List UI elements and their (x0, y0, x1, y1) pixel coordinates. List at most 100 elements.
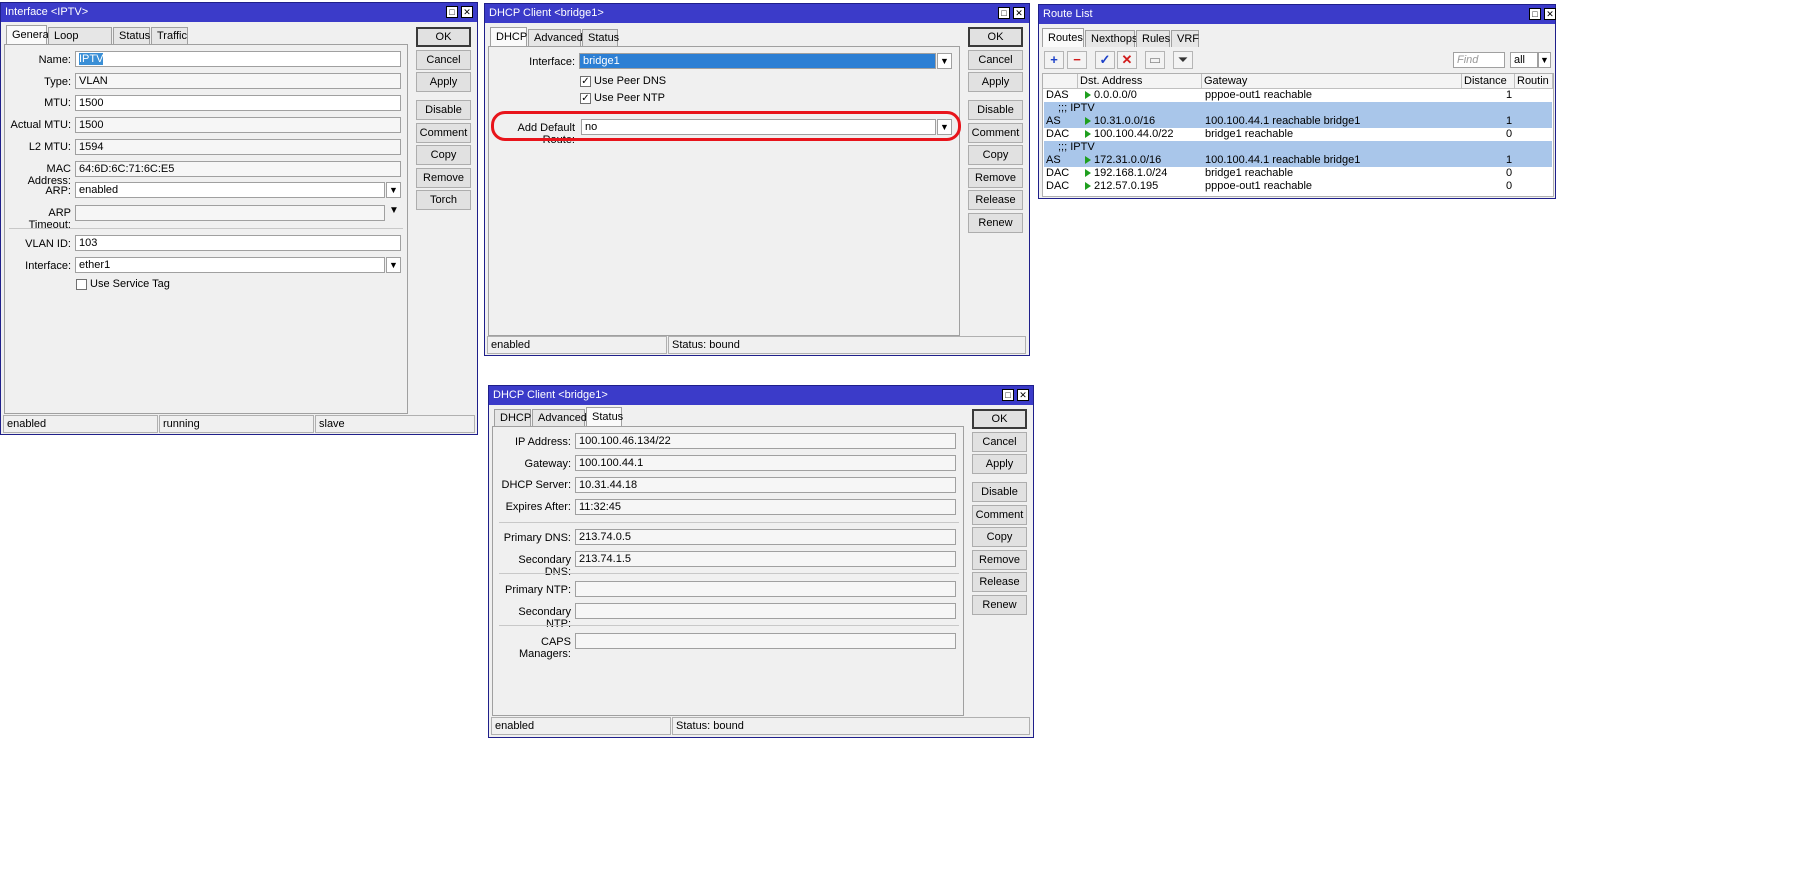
remove-button[interactable]: Remove (972, 550, 1027, 570)
arp-select[interactable]: enabled (75, 182, 385, 198)
secondary-dns-label: Secondary DNS: (518, 554, 571, 578)
interface-label: Interface: (25, 260, 71, 272)
comment-button[interactable]: Comment (972, 505, 1027, 525)
dst-address-column-header[interactable]: Dst. Address (1078, 74, 1202, 88)
enable-check-icon[interactable]: ✓ (1095, 51, 1115, 69)
route-list-titlebar[interactable]: Route List □ ✕ (1039, 5, 1556, 24)
disable-button[interactable]: Disable (416, 100, 471, 120)
tab-status[interactable]: Status (113, 27, 150, 44)
status-bound: Status: bound (668, 336, 1026, 354)
name-field[interactable]: IPTV (75, 51, 401, 67)
disable-button[interactable]: Disable (972, 482, 1027, 502)
copy-button[interactable]: Copy (968, 145, 1023, 165)
use-peer-dns-checkbox[interactable]: ✓ (580, 76, 591, 87)
tab-loop-protect[interactable]: Loop Protect (48, 27, 112, 59)
filter-icon[interactable]: ⏷ (1173, 51, 1193, 69)
close-icon[interactable]: ✕ (461, 6, 473, 18)
tab-status[interactable]: Status (586, 407, 623, 426)
apply-button[interactable]: Apply (972, 454, 1027, 474)
service-tag-checkbox[interactable] (76, 279, 87, 290)
copy-button[interactable]: Copy (972, 527, 1027, 547)
tab-status[interactable]: Status (582, 29, 619, 46)
gateway-label: Gateway: (524, 458, 571, 470)
renew-button[interactable]: Renew (972, 595, 1027, 615)
dropdown-arrow-icon[interactable]: ▼ (1538, 52, 1551, 68)
distance-cell: 1 (1506, 154, 1513, 166)
tab-vrf[interactable]: VRF (1171, 30, 1199, 47)
apply-button[interactable]: Apply (416, 72, 471, 92)
route-flags: DAS (1046, 89, 1069, 101)
status-enabled: enabled (491, 717, 671, 735)
service-tag-label: Use Service Tag (90, 278, 170, 290)
chevron-down-icon[interactable]: ▼ (389, 205, 399, 216)
route-flags: DAC (1046, 180, 1070, 192)
comment-row[interactable]: ;;; IPTV (1044, 141, 1552, 154)
table-row[interactable]: DAC 100.100.44.0/22 bridge1 reachable 0 (1044, 128, 1552, 141)
comment-button[interactable]: Comment (416, 123, 471, 143)
flags-column-header[interactable] (1043, 74, 1078, 88)
dhcp-window-titlebar[interactable]: DHCP Client <bridge1> □ ✕ (485, 4, 1029, 23)
close-icon[interactable]: ✕ (1017, 389, 1029, 401)
close-icon[interactable]: ✕ (1544, 8, 1556, 20)
distance-column-header[interactable]: Distance (1462, 74, 1515, 88)
apply-button[interactable]: Apply (968, 72, 1023, 92)
dropdown-arrow-icon[interactable]: ▼ (386, 257, 401, 273)
tab-dhcp[interactable]: DHCP (494, 409, 531, 426)
ok-button[interactable]: OK (968, 27, 1023, 47)
dhcp-status-window-titlebar[interactable]: DHCP Client <bridge1> □ ✕ (489, 386, 1033, 405)
tab-rules[interactable]: Rules (1136, 30, 1170, 47)
tab-routes[interactable]: Routes (1042, 28, 1084, 47)
tab-nexthops[interactable]: Nexthops (1085, 30, 1137, 47)
gateway-column-header[interactable]: Gateway (1202, 74, 1462, 88)
remove-icon[interactable]: − (1067, 51, 1087, 69)
arp-timeout-field[interactable] (75, 205, 385, 221)
route-toolbar: + − ✓ ✕ ▭ ⏷ Find all ▼ (1044, 51, 1552, 71)
distance-cell: 0 (1506, 128, 1513, 140)
comment-icon[interactable]: ▭ (1145, 51, 1165, 69)
interface-select[interactable]: bridge1 (579, 53, 936, 69)
routing-column-header[interactable]: Routin (1515, 74, 1553, 88)
use-peer-ntp-checkbox[interactable]: ✓ (580, 93, 591, 104)
disable-x-icon[interactable]: ✕ (1117, 51, 1137, 69)
close-icon[interactable]: ✕ (1013, 7, 1025, 19)
vlan-id-field[interactable]: 103 (75, 235, 401, 251)
maximize-icon[interactable]: □ (1529, 8, 1541, 20)
maximize-icon[interactable]: □ (998, 7, 1010, 19)
dropdown-arrow-icon[interactable]: ▼ (386, 182, 401, 198)
release-button[interactable]: Release (968, 190, 1023, 210)
tab-dhcp[interactable]: DHCP (490, 27, 527, 46)
ok-button[interactable]: OK (416, 27, 471, 47)
release-button[interactable]: Release (972, 572, 1027, 592)
add-icon[interactable]: + (1044, 51, 1064, 69)
mtu-field[interactable]: 1500 (75, 95, 401, 111)
cancel-button[interactable]: Cancel (968, 50, 1023, 70)
comment-button[interactable]: Comment (968, 123, 1023, 143)
table-row[interactable]: AS 172.31.0.0/16 100.100.44.1 reachable br… (1044, 154, 1552, 167)
tab-advanced[interactable]: Advanced (532, 409, 587, 426)
interface-window-titlebar[interactable]: Interface <IPTV> □ ✕ (1, 3, 477, 22)
filter-select[interactable]: all (1510, 52, 1538, 68)
tab-general[interactable]: General (6, 25, 51, 44)
maximize-icon[interactable]: □ (1002, 389, 1014, 401)
dropdown-arrow-icon[interactable]: ▼ (937, 53, 952, 69)
table-row[interactable]: DAC 212.57.0.195 pppoe-out1 reachable 0 (1044, 180, 1552, 193)
interface-select[interactable]: ether1 (75, 257, 385, 273)
maximize-icon[interactable]: □ (446, 6, 458, 18)
comment-row[interactable]: ;;; IPTV (1044, 102, 1552, 115)
remove-button[interactable]: Remove (416, 168, 471, 188)
tab-advanced[interactable]: Advanced (528, 29, 583, 46)
table-row[interactable]: DAS 0.0.0.0/0 pppoe-out1 reachable 1 (1044, 89, 1552, 102)
remove-button[interactable]: Remove (968, 168, 1023, 188)
cancel-button[interactable]: Cancel (416, 50, 471, 70)
status-enabled: enabled (487, 336, 667, 354)
copy-button[interactable]: Copy (416, 145, 471, 165)
table-row[interactable]: AS 10.31.0.0/16 100.100.44.1 reachable bri… (1044, 115, 1552, 128)
cancel-button[interactable]: Cancel (972, 432, 1027, 452)
table-row[interactable]: DAC 192.168.1.0/24 bridge1 reachable 0 (1044, 167, 1552, 180)
tab-traffic[interactable]: Traffic (151, 27, 188, 44)
ok-button[interactable]: OK (972, 409, 1027, 429)
renew-button[interactable]: Renew (968, 213, 1023, 233)
disable-button[interactable]: Disable (968, 100, 1023, 120)
find-input[interactable]: Find (1453, 52, 1505, 68)
torch-button[interactable]: Torch (416, 190, 471, 210)
